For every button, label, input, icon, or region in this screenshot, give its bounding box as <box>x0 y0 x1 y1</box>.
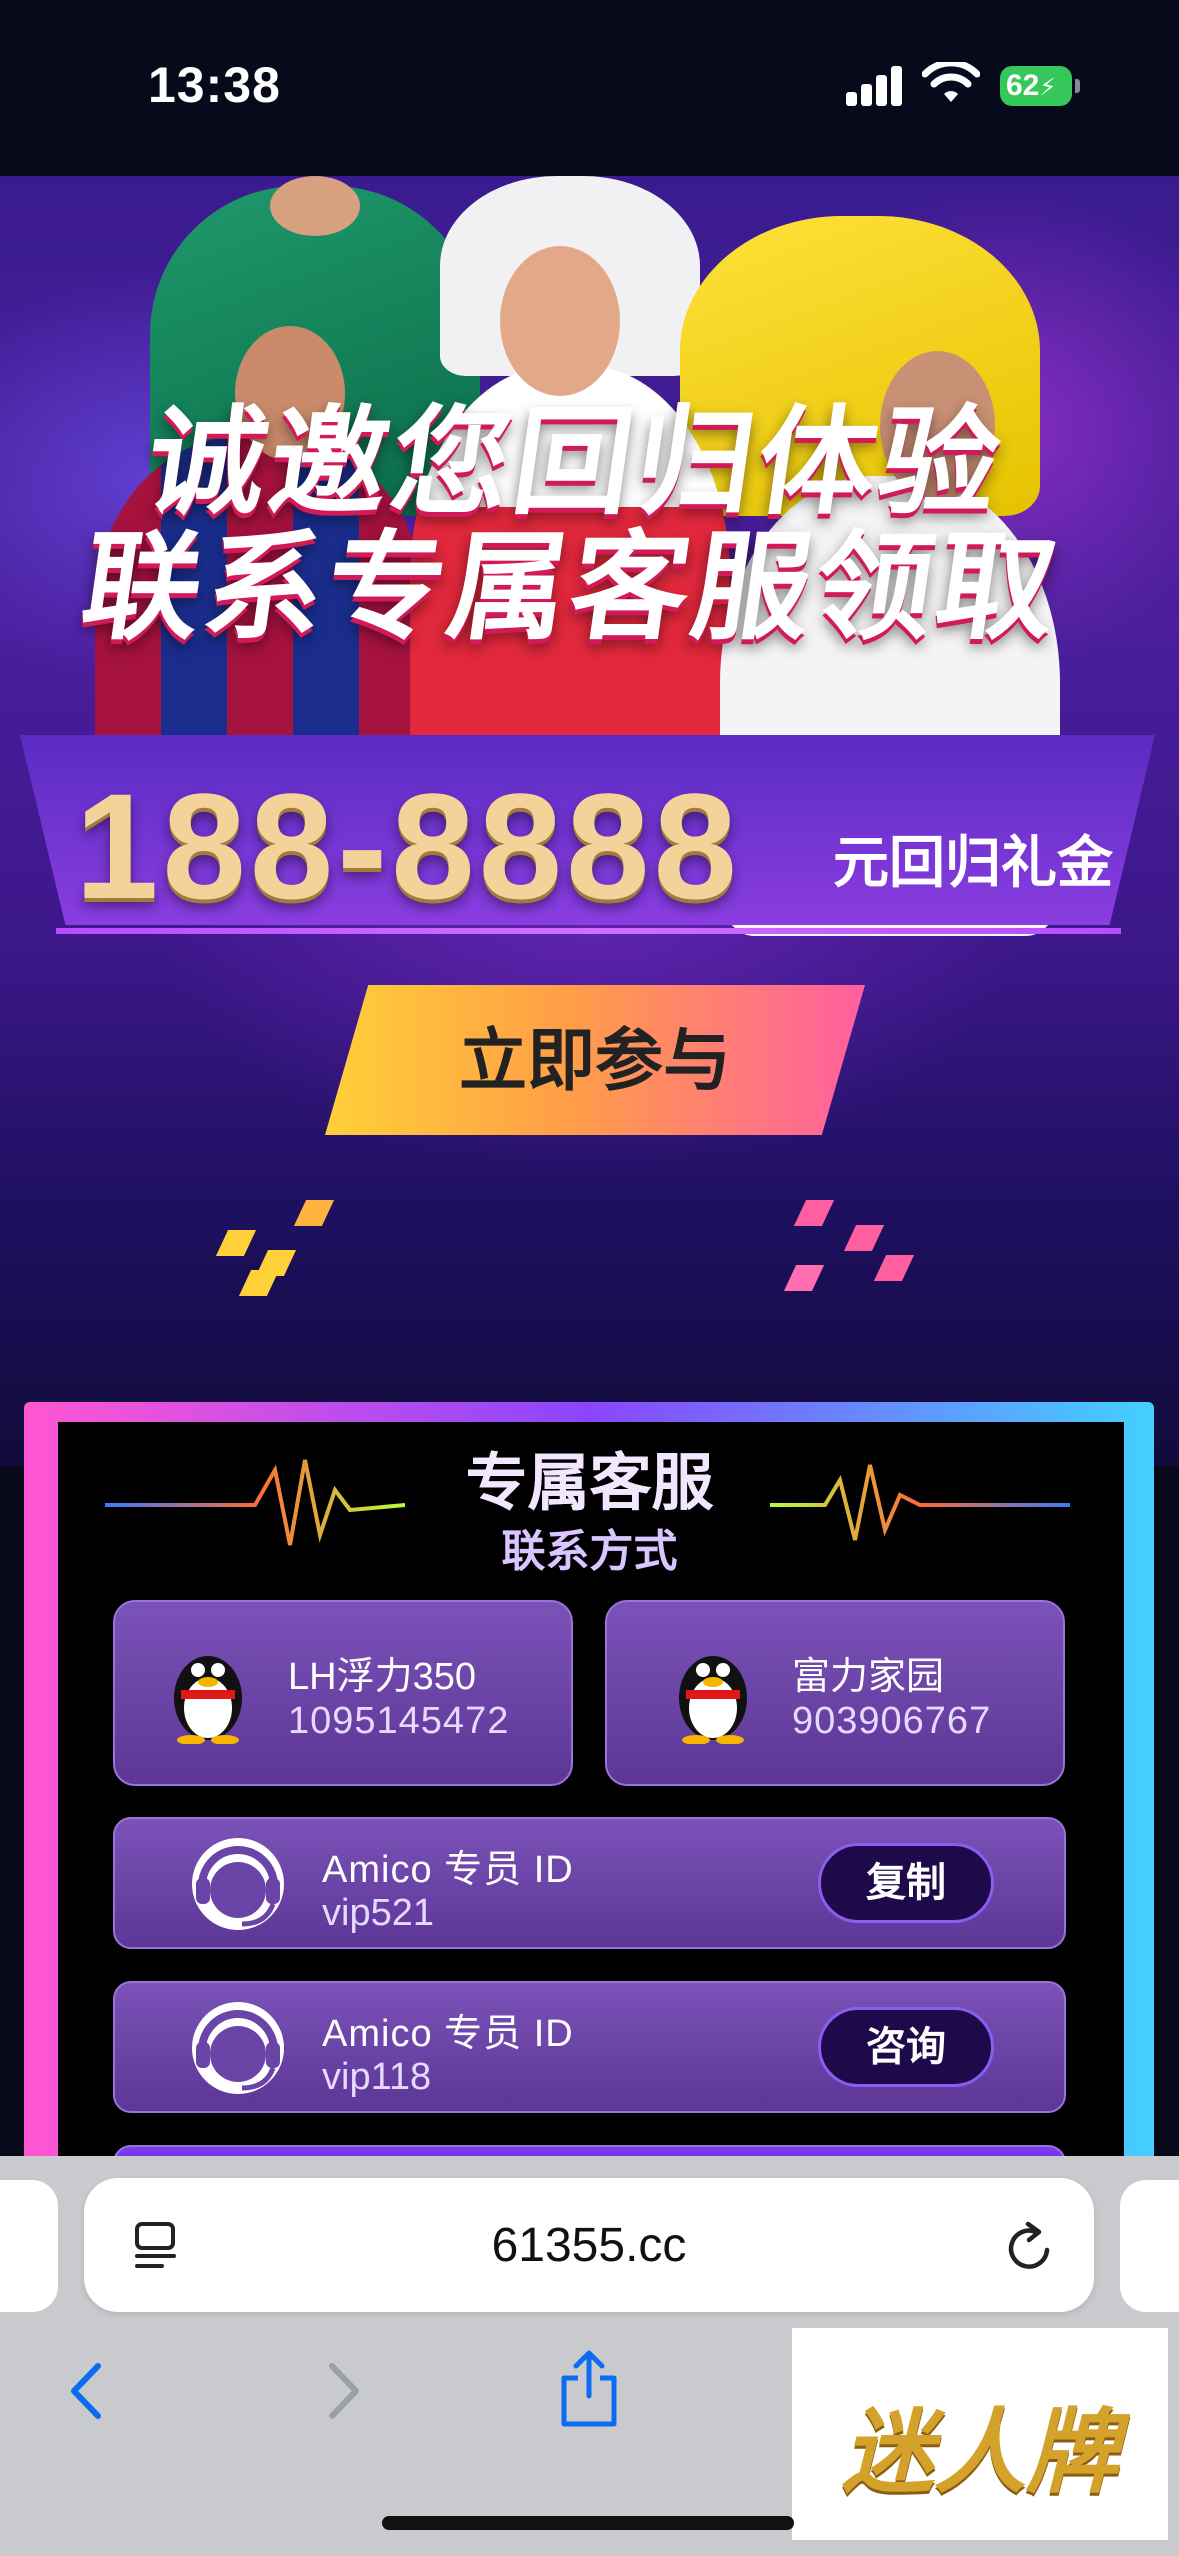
back-icon[interactable] <box>62 2360 112 2422</box>
service-panel-title: 专属客服 <box>0 1432 1179 1522</box>
watermark-logo: 迷人牌 <box>841 2402 1118 2504</box>
promo-headline-2: 联系专属客服领取 <box>74 522 1069 654</box>
status-bar: 13:38 62⚡ <box>0 0 1179 176</box>
forward-icon[interactable] <box>318 2360 368 2422</box>
battery-level: 62 <box>1006 69 1040 102</box>
copy-button[interactable]: 复制 <box>818 1843 994 1923</box>
customer-service-headset-icon <box>192 1838 284 1930</box>
agent-id: vip118 <box>322 2056 432 2098</box>
previous-tab-preview[interactable] <box>0 2180 58 2312</box>
customer-service-headset-icon <box>192 2002 284 2094</box>
player-head <box>270 176 360 236</box>
qq-contact-name: LH浮力350 <box>288 1656 476 1698</box>
cellular-signal-icon <box>846 66 902 106</box>
reload-icon[interactable] <box>1002 2218 1058 2276</box>
next-tab-preview[interactable] <box>1120 2180 1179 2312</box>
clock: 13:38 <box>148 57 281 113</box>
qq-penguin-icon <box>174 1656 242 1744</box>
battery-indicator: 62⚡ <box>1000 66 1080 106</box>
home-indicator <box>382 2516 794 2530</box>
agent-id: vip521 <box>322 1892 434 1934</box>
share-icon[interactable] <box>556 2348 622 2430</box>
bonus-amount-suffix: 元回归礼金 <box>833 831 1113 894</box>
bonus-amount: 188-8888 <box>75 762 741 930</box>
page: 13:38 62⚡ 诚邀您回归体验 联系专属客服领取 188-8888 元回归礼… <box>0 0 1179 2556</box>
qq-contact-number: 1095145472 <box>288 1700 510 1742</box>
qq-contact-name: 富力家园 <box>792 1656 945 1698</box>
join-now-label[interactable]: 立即参与 <box>325 1005 865 1104</box>
consult-button[interactable]: 咨询 <box>818 2007 994 2087</box>
agent-label: Amico 专员 ID <box>322 1849 574 1891</box>
url-text[interactable]: 61355.cc <box>84 2218 1094 2273</box>
service-panel-subtitle: 联系方式 <box>501 1527 678 1576</box>
qq-penguin-icon <box>679 1656 747 1744</box>
wifi-icon <box>922 62 980 102</box>
agent-label: Amico 专员 ID <box>322 2013 574 2055</box>
qq-contact-number: 903906767 <box>792 1700 992 1742</box>
